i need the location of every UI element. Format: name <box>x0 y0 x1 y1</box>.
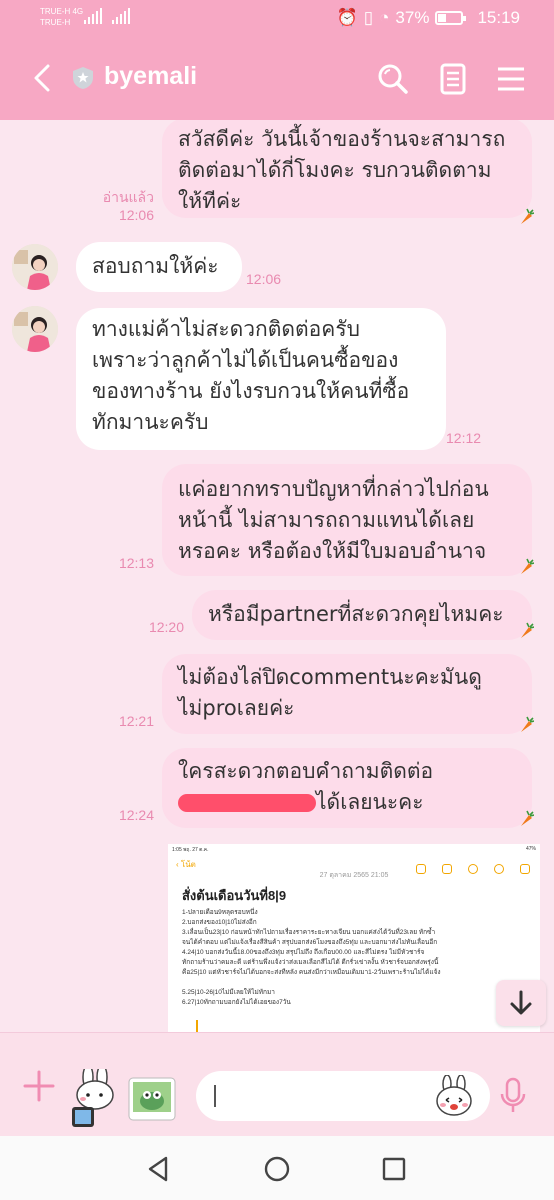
message-bubble-received[interactable]: สอบถามให้ค่ะ <box>76 242 242 292</box>
image-status-right: 47% <box>525 846 536 852</box>
carrot-icon <box>521 622 534 638</box>
image-nav-back: โน้ต <box>180 859 196 869</box>
shared-image-message[interactable]: 1:05 พฤ. 27 ต.ค. 47% ‹ โน้ต 27 ตุลาคม 25… <box>168 844 540 1032</box>
image-text-line: 5.25|10-26|10ไม่มีเลยให้ไม่ทักมา <box>182 989 275 996</box>
alarm-icon: ⏰ <box>336 8 358 27</box>
plus-icon[interactable] <box>22 1069 56 1103</box>
mic-icon[interactable] <box>500 1077 526 1115</box>
text-cursor <box>214 1085 216 1107</box>
nav-home-icon[interactable] <box>264 1156 290 1182</box>
message-time: 12:13 <box>118 555 154 571</box>
message-text: สวัสดีค่ะ วันนี้เจ้าของร้านจะสามารถ ติดต… <box>178 127 506 213</box>
text-caret <box>196 1020 198 1032</box>
carrot-icon <box>521 208 534 224</box>
message-text: สอบถามให้ค่ะ <box>92 254 219 278</box>
carrot-icon <box>521 558 534 574</box>
message-text: ไม่ต้องไล่ปิดcommentนะคะมันดู ไม่proเลยค… <box>178 665 482 720</box>
message-time: 12:20 <box>148 619 184 635</box>
carrot-icon <box>521 716 534 732</box>
message-text-line2: ได้เลยนะคะ <box>316 790 424 814</box>
avatar[interactable] <box>12 244 58 290</box>
message-text-line1: ใครสะดวกตอบคำถามติดต่อ <box>178 759 434 783</box>
search-icon[interactable] <box>376 62 410 96</box>
message-bubble-sent[interactable]: หรือมีpartnerที่สะดวกคุยไหมคะ <box>192 590 532 640</box>
checklist-icon <box>416 864 426 874</box>
image-text-line: 4.24|10 บอกส่งวันนี้18.00ของถึง3ทุ่ม สรุ… <box>182 949 425 956</box>
data-saver-icon: ◔ <box>379 8 390 27</box>
message-text: หรือมีpartnerที่สะดวกคุยไหมคะ <box>208 602 504 626</box>
shield-star-icon <box>73 67 93 89</box>
menu-icon[interactable] <box>494 62 528 96</box>
chat-area[interactable]: สวัสดีค่ะ วันนี้เจ้าของร้านจะสามารถ ติดต… <box>0 120 554 1032</box>
image-text-line: 6.27|10ทักถามบอกยังไม่ได้เอยของ7วัน <box>182 999 291 1006</box>
image-text-line: ทักถามร้านว่าคมละดี แต่ร้านพึ่งแจ้งว่าส่… <box>182 959 439 966</box>
image-text-line: คือ25|10 แต่หัวชาร์จไม่ได้บอกจะส่งทีหลัง… <box>182 969 441 976</box>
carrot-icon <box>521 810 534 826</box>
redaction-mark <box>178 794 316 812</box>
share-icon <box>494 864 504 874</box>
image-status-left: 1:05 พฤ. 27 ต.ค. <box>172 847 209 853</box>
signal-icon <box>84 8 102 24</box>
message-input[interactable] <box>196 1071 490 1121</box>
image-date: 27 ตุลาคม 2565 21:05 <box>319 872 389 879</box>
sticker-icon[interactable] <box>66 1069 120 1129</box>
chat-header: byemali <box>0 38 554 120</box>
nav-recents-icon[interactable] <box>382 1157 406 1181</box>
message-bubble-sent[interactable]: แค่อยากทราบปัญหาที่กล่าวไปก่อน หน้านี้ ไ… <box>162 464 532 576</box>
nav-back-icon[interactable] <box>146 1156 170 1182</box>
message-time: 12:24 <box>118 807 154 823</box>
vibrate-icon: ▯ <box>363 8 374 27</box>
message-input-bar <box>0 1032 554 1136</box>
image-text-line: 3.เลื่อนเป็น23|10 ก่อนหน้าทักไปถามเรื่อง… <box>182 929 436 936</box>
image-text-line: 1-ปลายเดือน9หลุดรอบหนึ่ง <box>182 909 258 916</box>
emoji-icon[interactable] <box>432 1075 476 1119</box>
camera-icon <box>442 864 452 874</box>
battery-percent: 37% <box>395 8 430 27</box>
message-bubble-received[interactable]: ทางแม่ค้าไม่สะดวกติดต่อครับ เพราะว่าลูกค… <box>76 308 446 450</box>
message-time: 12:06 <box>246 271 282 287</box>
image-heading: สั่งต้นเดือนวันที่8|9 <box>182 888 287 903</box>
photo-icon[interactable] <box>128 1077 176 1121</box>
read-receipt: อ่านแล้ว <box>102 189 154 205</box>
message-meta: อ่านแล้ว 12:06 <box>90 188 154 224</box>
system-nav-bar <box>0 1136 554 1200</box>
scroll-down-button[interactable] <box>496 980 546 1026</box>
message-bubble-sent[interactable]: ใครสะดวกตอบคำถามติดต่อ ได้เลยนะคะ <box>162 748 532 828</box>
message-time: 12:12 <box>446 430 482 446</box>
image-text-line: จนได้คำตอบ แต่ไม่แจ้งเรื่องสีสินค้า สรุป… <box>182 939 438 946</box>
image-text-line <box>168 978 540 988</box>
arrow-down-icon <box>510 990 532 1015</box>
back-arrow-icon[interactable] <box>26 60 62 96</box>
battery-icon <box>435 11 467 25</box>
message-time: 12:21 <box>118 713 154 729</box>
avatar[interactable] <box>12 306 58 352</box>
signal-icon-2 <box>112 8 130 24</box>
markup-icon <box>468 864 478 874</box>
message-bubble-sent[interactable]: สวัสดีค่ะ วันนี้เจ้าของร้านจะสามารถ ติดต… <box>162 120 532 218</box>
notes-icon[interactable] <box>436 62 470 96</box>
chat-title: byemali <box>104 62 198 90</box>
clock: 15:19 <box>477 8 520 27</box>
image-text-line: 2.บอกส่งของ10|10ไม่ส่งอีก <box>182 919 257 926</box>
carrier-label: TRUE-H 4G TRUE-H <box>40 7 84 27</box>
message-text: ทางแม่ค้าไม่สะดวกติดต่อครับ เพราะว่าลูกค… <box>92 317 410 434</box>
image-text-lines: 1-ปลายเดือน9หลุดรอบหนึ่ง 2.บอกส่งของ10|10… <box>168 908 540 1008</box>
message-time: 12:06 <box>118 207 154 223</box>
message-bubble-sent[interactable]: ไม่ต้องไล่ปิดcommentนะคะมันดู ไม่proเลยค… <box>162 654 532 734</box>
image-status-bar: 1:05 พฤ. 27 ต.ค. 47% <box>168 844 540 856</box>
message-text: แค่อยากทราบปัญหาที่กล่าวไปก่อน หน้านี้ ไ… <box>178 477 489 563</box>
status-bar: TRUE-H 4G TRUE-H ⏰ ▯ ◔ 37% 15:19 <box>0 0 554 38</box>
compose-icon <box>520 864 530 874</box>
